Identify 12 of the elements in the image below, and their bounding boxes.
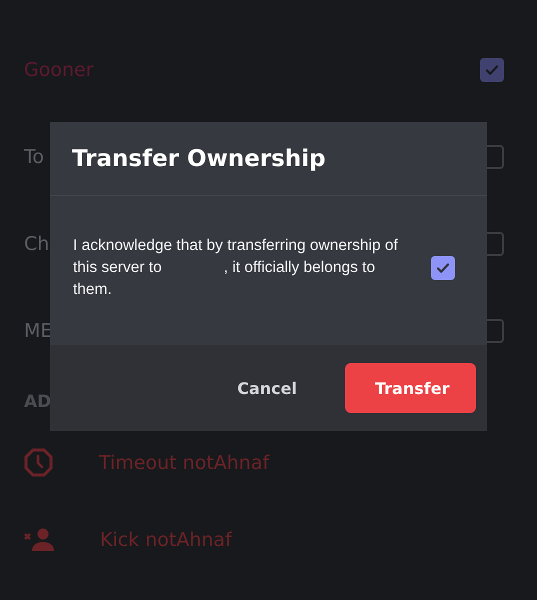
acknowledge-text: I acknowledge that by transferring ownership of this server to , it officially belongs to them.: [73, 236, 399, 300]
acknowledge-checkbox[interactable]: [431, 256, 455, 280]
role-name: Gooner: [24, 58, 94, 80]
clock-icon: [24, 448, 53, 477]
role-name: Ch: [24, 232, 50, 254]
cancel-button[interactable]: Cancel: [237, 363, 297, 413]
role-name: ME: [24, 320, 52, 342]
role-checkbox[interactable]: [480, 58, 504, 82]
role-name: To: [24, 146, 44, 168]
transfer-button[interactable]: Transfer: [345, 363, 476, 413]
dialog-title: Transfer Ownership: [50, 122, 487, 196]
remove-user-icon: [24, 528, 54, 552]
